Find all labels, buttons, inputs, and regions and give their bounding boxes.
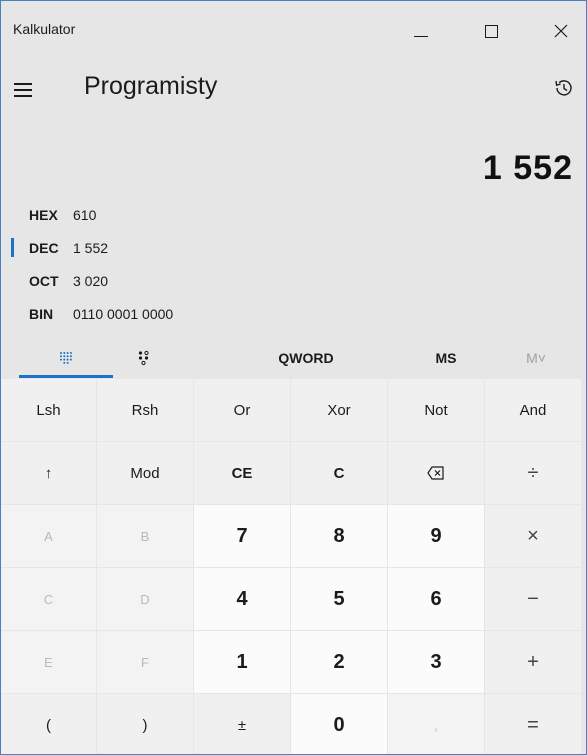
key-3[interactable]: 3 bbox=[388, 631, 484, 693]
key-not[interactable]: Not bbox=[388, 379, 484, 441]
key-1[interactable]: 1 bbox=[194, 631, 290, 693]
radix-label: DEC bbox=[29, 240, 59, 256]
app-title: Kalkulator bbox=[13, 21, 76, 37]
title-bar: Kalkulator bbox=[1, 1, 586, 63]
minimize-icon bbox=[414, 35, 428, 37]
radix-row-dec[interactable]: DEC 1 552 bbox=[1, 232, 301, 264]
key-hex-d[interactable]: D bbox=[97, 568, 193, 630]
bit-toggle-icon bbox=[138, 350, 149, 366]
radix-row-bin[interactable]: BIN 0110 0001 0000 bbox=[1, 298, 301, 330]
key-hex-a[interactable]: A bbox=[1, 505, 96, 567]
key-equals[interactable]: = bbox=[485, 694, 581, 754]
key-clear-entry[interactable]: CE bbox=[194, 442, 290, 504]
tab-full-keypad[interactable] bbox=[21, 339, 111, 377]
radix-value: 0110 0001 0000 bbox=[73, 306, 174, 322]
mode-title: Programisty bbox=[84, 72, 218, 100]
radix-row-oct[interactable]: OCT 3 020 bbox=[1, 265, 301, 297]
key-9[interactable]: 9 bbox=[388, 505, 484, 567]
key-hex-e[interactable]: E bbox=[1, 631, 96, 693]
key-xor[interactable]: Xor bbox=[291, 379, 387, 441]
key-rsh[interactable]: Rsh bbox=[97, 379, 193, 441]
key-7[interactable]: 7 bbox=[194, 505, 290, 567]
backspace-icon bbox=[427, 466, 444, 480]
key-backspace[interactable] bbox=[388, 442, 484, 504]
radix-label: HEX bbox=[29, 207, 58, 223]
key-clear[interactable]: C bbox=[291, 442, 387, 504]
key-and[interactable]: And bbox=[485, 379, 581, 441]
selected-indicator bbox=[11, 238, 14, 257]
key-shift-up[interactable]: ↑ bbox=[1, 442, 96, 504]
keypad-tabs: QWORD MS M˅ bbox=[1, 339, 586, 379]
minimize-button[interactable] bbox=[398, 11, 444, 51]
history-button[interactable] bbox=[549, 73, 579, 103]
key-hex-f[interactable]: F bbox=[97, 631, 193, 693]
key-hex-c[interactable]: C bbox=[1, 568, 96, 630]
key-add[interactable]: + bbox=[485, 631, 581, 693]
full-keypad-icon bbox=[60, 352, 72, 364]
close-icon bbox=[554, 24, 568, 38]
key-decimal[interactable]: , bbox=[388, 694, 484, 754]
key-divide[interactable]: ÷ bbox=[485, 442, 581, 504]
key-or[interactable]: Or bbox=[194, 379, 290, 441]
radix-label: OCT bbox=[29, 273, 59, 289]
memory-view-button[interactable]: M˅ bbox=[506, 339, 566, 377]
key-negate[interactable]: ± bbox=[194, 694, 290, 754]
key-multiply[interactable]: × bbox=[485, 505, 581, 567]
memory-store-button[interactable]: MS bbox=[406, 339, 486, 377]
keypad: Lsh Rsh Or Xor Not And ↑ Mod CE C ÷ A B … bbox=[1, 379, 586, 754]
key-mod[interactable]: Mod bbox=[97, 442, 193, 504]
close-button[interactable] bbox=[538, 11, 584, 51]
radix-label: BIN bbox=[29, 306, 54, 322]
hamburger-icon[interactable] bbox=[14, 75, 38, 105]
key-5[interactable]: 5 bbox=[291, 568, 387, 630]
tab-bit-toggle[interactable] bbox=[111, 339, 177, 377]
radix-row-hex[interactable]: HEX 610 bbox=[1, 199, 301, 231]
radix-value: 610 bbox=[73, 207, 97, 223]
key-close-paren[interactable]: ) bbox=[97, 694, 193, 754]
maximize-icon bbox=[484, 24, 498, 38]
key-4[interactable]: 4 bbox=[194, 568, 290, 630]
calculator-window: Kalkulator Programisty 1 552 HEX 610 DEC… bbox=[0, 0, 587, 755]
key-8[interactable]: 8 bbox=[291, 505, 387, 567]
key-open-paren[interactable]: ( bbox=[1, 694, 96, 754]
radix-value: 3 020 bbox=[73, 273, 109, 289]
display-value: 1 552 bbox=[482, 149, 573, 187]
key-hex-b[interactable]: B bbox=[97, 505, 193, 567]
key-lsh[interactable]: Lsh bbox=[1, 379, 96, 441]
radix-value: 1 552 bbox=[73, 240, 109, 256]
key-subtract[interactable]: − bbox=[485, 568, 581, 630]
word-size-button[interactable]: QWORD bbox=[256, 339, 356, 377]
key-6[interactable]: 6 bbox=[388, 568, 484, 630]
key-2[interactable]: 2 bbox=[291, 631, 387, 693]
maximize-button[interactable] bbox=[468, 11, 514, 51]
key-0[interactable]: 0 bbox=[291, 694, 387, 754]
active-tab-indicator bbox=[19, 375, 113, 378]
history-icon bbox=[555, 80, 572, 96]
